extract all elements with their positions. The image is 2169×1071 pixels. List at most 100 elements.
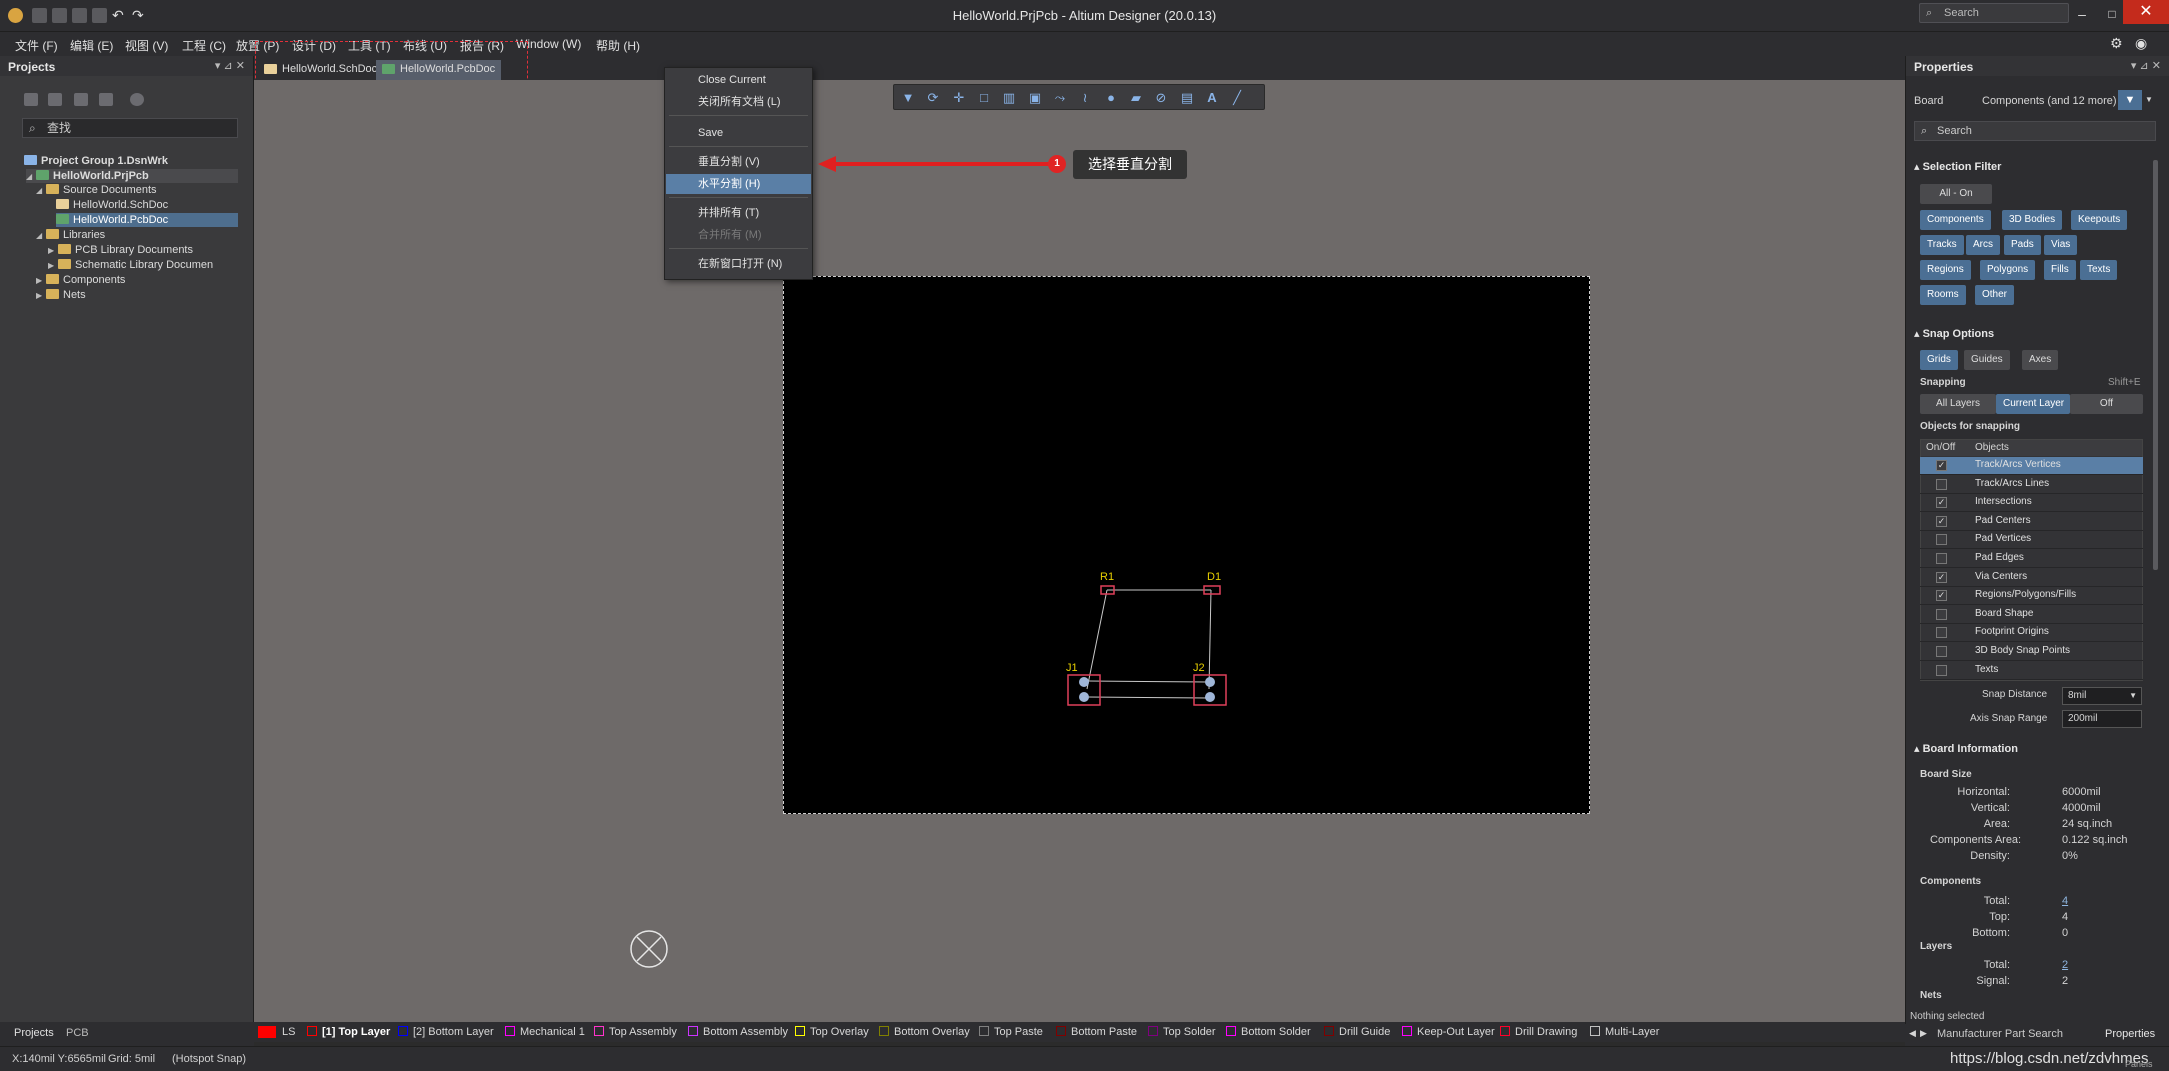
- layer-tab[interactable]: Bottom Assembly: [688, 1026, 788, 1038]
- layer-tab[interactable]: Top Solder: [1148, 1026, 1216, 1038]
- via-icon[interactable]: ●: [1103, 90, 1119, 106]
- tree-item-sch-lib[interactable]: ▶ Schematic Library Documen: [48, 258, 213, 272]
- filter-chip-other[interactable]: Other: [1975, 285, 2015, 305]
- close-window-button[interactable]: ✕: [2123, 0, 2169, 24]
- menu-split-horizontal[interactable]: 水平分割 (H): [666, 174, 811, 194]
- filter-chip-arcs[interactable]: Arcs: [1966, 235, 2000, 255]
- filter-chip-keepouts[interactable]: Keepouts: [2071, 210, 2128, 230]
- compile-icon[interactable]: [48, 93, 62, 106]
- text-icon[interactable]: A: [1204, 90, 1220, 106]
- snap-object-row[interactable]: ✓ Track/Arcs Vertices: [1920, 457, 2143, 475]
- route-icon[interactable]: ⟳: [925, 90, 941, 106]
- checked-checkbox-icon[interactable]: ✓: [1936, 497, 1947, 509]
- expand-icon[interactable]: ◢: [26, 170, 36, 184]
- expand-icon[interactable]: ◢: [36, 229, 46, 243]
- snap-axes-button[interactable]: Axes: [2022, 350, 2059, 370]
- layer-tab[interactable]: Mechanical 1: [505, 1026, 585, 1038]
- menu-close-all[interactable]: 关闭所有文档 (L): [666, 92, 811, 112]
- unchecked-checkbox-icon[interactable]: [1936, 608, 1947, 620]
- tree-item-project-group[interactable]: Project Group 1.DsnWrk: [24, 154, 168, 168]
- unchecked-checkbox-icon[interactable]: [1936, 646, 1947, 657]
- layer-set-button[interactable]: LS: [282, 1026, 295, 1038]
- pad-j2-2[interactable]: [1205, 692, 1215, 702]
- layer-tab[interactable]: Multi-Layer: [1590, 1026, 1659, 1038]
- filter-chip-components[interactable]: Components: [1920, 210, 1991, 230]
- section-selection-filter[interactable]: ▴ Selection Filter: [1914, 160, 2001, 173]
- all-on-button[interactable]: All - On: [1920, 184, 1992, 204]
- tab-pcb[interactable]: PCB: [66, 1027, 89, 1039]
- tree-item-pcb-lib[interactable]: ▶ PCB Library Documents: [48, 243, 193, 257]
- diff-pair-icon[interactable]: ≀: [1077, 90, 1093, 106]
- panel-controls-icon[interactable]: ▾ ⊿ ✕: [2131, 59, 2161, 72]
- filter-chip-texts[interactable]: Texts: [2080, 260, 2118, 280]
- snap-object-row[interactable]: Texts: [1920, 662, 2143, 680]
- layer-tab[interactable]: Drill Guide: [1324, 1026, 1390, 1038]
- snap-object-row[interactable]: Board Shape: [1920, 606, 2143, 624]
- filter-chip-regions[interactable]: Regions: [1920, 260, 1971, 280]
- layer-tab[interactable]: [2] Bottom Layer: [398, 1026, 494, 1038]
- tree-item-components[interactable]: ▶ Components: [36, 273, 125, 287]
- menu-open-new-window[interactable]: 在新窗口打开 (N): [666, 254, 811, 274]
- save-project-icon[interactable]: [24, 93, 38, 106]
- layer-tab[interactable]: Keep-Out Layer: [1402, 1026, 1495, 1038]
- unchecked-checkbox-icon[interactable]: [1936, 627, 1947, 639]
- tree-item-source-docs[interactable]: ◢ Source Documents: [36, 183, 157, 197]
- filter-chip-fills[interactable]: Fills: [2044, 260, 2076, 280]
- properties-search-input[interactable]: ⌕ Search: [1914, 121, 2156, 141]
- snap-object-row[interactable]: Footprint Origins: [1920, 624, 2143, 643]
- folder-icon[interactable]: [99, 93, 113, 106]
- filter-icon[interactable]: ▼: [900, 90, 916, 106]
- menu-tile-all[interactable]: 并排所有 (T): [666, 203, 811, 223]
- filter-chip-pads[interactable]: Pads: [2004, 235, 2041, 255]
- layer-tab[interactable]: Top Overlay: [795, 1026, 869, 1038]
- panels-button[interactable]: Panels: [2125, 1059, 2153, 1069]
- checked-checkbox-icon[interactable]: ✓: [1936, 571, 1947, 583]
- menu-view[interactable]: 视图 (V): [125, 37, 168, 54]
- tree-item-pcbdoc[interactable]: HelloWorld.PcbDoc: [56, 213, 238, 227]
- unchecked-checkbox-icon[interactable]: [1936, 534, 1947, 546]
- open-project-icon[interactable]: [74, 93, 88, 106]
- tree-item-nets[interactable]: ▶ Nets: [36, 288, 86, 302]
- pad-j2-1[interactable]: [1205, 677, 1215, 687]
- filter-icon[interactable]: ▼: [2118, 90, 2142, 110]
- menu-save[interactable]: Save: [666, 123, 811, 143]
- properties-scrollbar[interactable]: [2153, 160, 2158, 570]
- snap-object-row[interactable]: ✓ Via Centers: [1920, 569, 2143, 587]
- layer-tab[interactable]: [1] Top Layer: [307, 1026, 390, 1038]
- layer-tab[interactable]: Top Paste: [979, 1026, 1043, 1038]
- collapse-icon[interactable]: ▶: [36, 274, 46, 288]
- menu-close-current[interactable]: Close Current: [666, 70, 811, 90]
- snap-object-row[interactable]: ✓ Pad Centers: [1920, 513, 2143, 531]
- snap-object-row[interactable]: ✓ Regions/Polygons/Fills: [1920, 587, 2143, 606]
- snap-guides-button[interactable]: Guides: [1964, 350, 2010, 370]
- tab-projects[interactable]: Projects: [14, 1027, 54, 1039]
- settings-icon[interactable]: ⚙: [2110, 35, 2123, 52]
- snap-object-row[interactable]: Track/Arcs Lines: [1920, 476, 2143, 494]
- maximize-button[interactable]: □: [2102, 5, 2122, 23]
- layer-tab[interactable]: Bottom Paste: [1056, 1026, 1137, 1038]
- select-rect-icon[interactable]: □: [976, 90, 992, 106]
- layer-tab[interactable]: Bottom Solder: [1226, 1026, 1311, 1038]
- dimension-icon[interactable]: ▤: [1179, 90, 1195, 106]
- current-layer-swatch[interactable]: [258, 1026, 276, 1038]
- filter-chip-tracks[interactable]: Tracks: [1920, 235, 1964, 255]
- snap-grids-button[interactable]: Grids: [1920, 350, 1958, 370]
- unchecked-checkbox-icon[interactable]: [1936, 553, 1947, 564]
- snap-distance-select[interactable]: 8mil ▼: [2062, 687, 2142, 705]
- snap-off[interactable]: Off: [2070, 394, 2143, 414]
- tree-item-project[interactable]: ◢ HelloWorld.PrjPcb: [26, 169, 238, 183]
- snap-all-layers[interactable]: All Layers: [1920, 394, 1996, 414]
- expand-icon[interactable]: ◢: [36, 184, 46, 198]
- user-icon[interactable]: ◉: [2135, 35, 2147, 52]
- minimize-button[interactable]: –: [2072, 5, 2092, 23]
- section-board-information[interactable]: ▴ Board Information: [1914, 742, 2018, 755]
- tab-manufacturer-part-search[interactable]: Manufacturer Part Search: [1937, 1028, 2063, 1040]
- layers-total-value[interactable]: 2: [2062, 959, 2068, 971]
- pad-j1-1[interactable]: [1079, 677, 1089, 687]
- collapse-icon[interactable]: ▶: [36, 289, 46, 303]
- pad-j1-2[interactable]: [1079, 692, 1089, 702]
- filter-chip-3d-bodies[interactable]: 3D Bodies: [2002, 210, 2063, 230]
- menu-project[interactable]: 工程 (C): [182, 37, 226, 54]
- tab-properties[interactable]: Properties: [2105, 1028, 2155, 1040]
- checked-checkbox-icon[interactable]: ✓: [1936, 590, 1947, 602]
